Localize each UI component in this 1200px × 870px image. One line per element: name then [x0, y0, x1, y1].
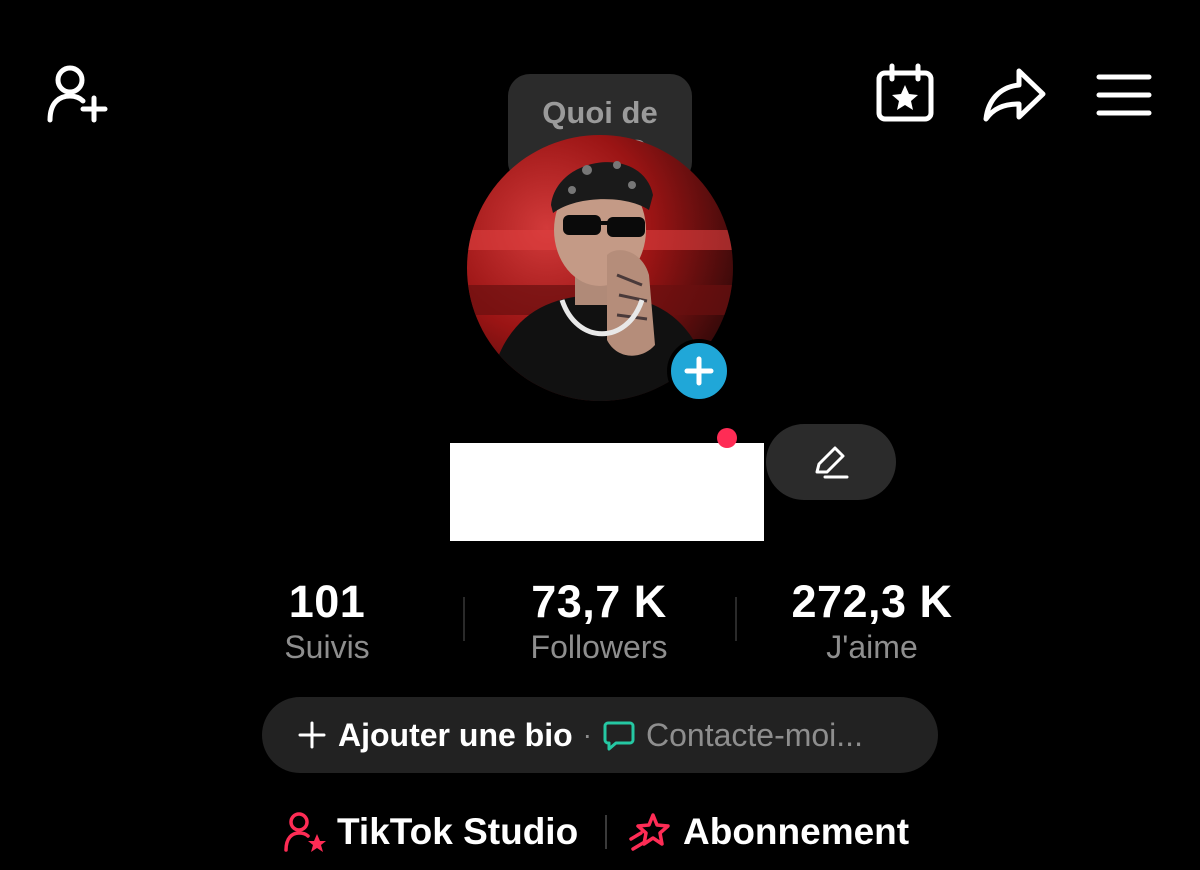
person-plus-icon — [47, 65, 108, 123]
plus-icon — [298, 721, 326, 749]
chat-bubble-icon — [603, 721, 635, 751]
calendar-button[interactable] — [872, 62, 938, 124]
edit-profile-button[interactable] — [766, 424, 896, 500]
add-bio-button[interactable]: Ajouter une bio — [298, 717, 573, 754]
add-friend-button[interactable] — [40, 60, 112, 126]
stat-likes-value: 272,3 K — [791, 576, 953, 627]
stat-likes-label: J'aime — [826, 629, 918, 665]
stat-divider — [735, 597, 737, 641]
share-button[interactable] — [980, 64, 1048, 124]
shooting-star-icon — [629, 813, 670, 851]
tiktok-studio-link[interactable]: TikTok Studio — [283, 808, 578, 856]
stat-following-label: Suivis — [284, 629, 370, 665]
links-divider — [605, 815, 607, 849]
bio-separator: · — [582, 719, 592, 750]
calendar-star-icon — [876, 63, 934, 122]
hamburger-menu-icon — [1096, 74, 1152, 116]
stat-following[interactable]: 101 Suivis — [207, 575, 447, 667]
pencil-icon — [815, 446, 849, 479]
contact-button[interactable]: Contacte-moi... — [602, 717, 863, 754]
stat-divider — [463, 597, 465, 641]
stat-followers[interactable]: 73,7 K Followers — [479, 575, 719, 667]
stat-likes[interactable]: 272,3 K J'aime — [752, 575, 992, 667]
plus-icon — [684, 356, 714, 386]
add-bio-label: Ajouter une bio — [338, 716, 573, 753]
person-star-icon — [284, 812, 326, 852]
stat-followers-label: Followers — [530, 629, 668, 665]
bio-bar: Ajouter une bio · Contacte-moi... — [262, 697, 938, 773]
stat-followers-value: 73,7 K — [531, 576, 667, 627]
subscription-link[interactable]: Abonnement — [627, 808, 909, 856]
add-avatar-button[interactable] — [667, 339, 731, 403]
tiktok-studio-label: TikTok Studio — [337, 811, 579, 852]
subscription-label: Abonnement — [683, 811, 910, 852]
username-redacted — [450, 443, 764, 541]
stat-following-value: 101 — [288, 576, 366, 627]
menu-button[interactable] — [1094, 70, 1154, 120]
contact-label: Contacte-moi... — [645, 716, 863, 753]
notification-dot — [717, 428, 737, 448]
share-arrow-icon — [983, 68, 1046, 122]
